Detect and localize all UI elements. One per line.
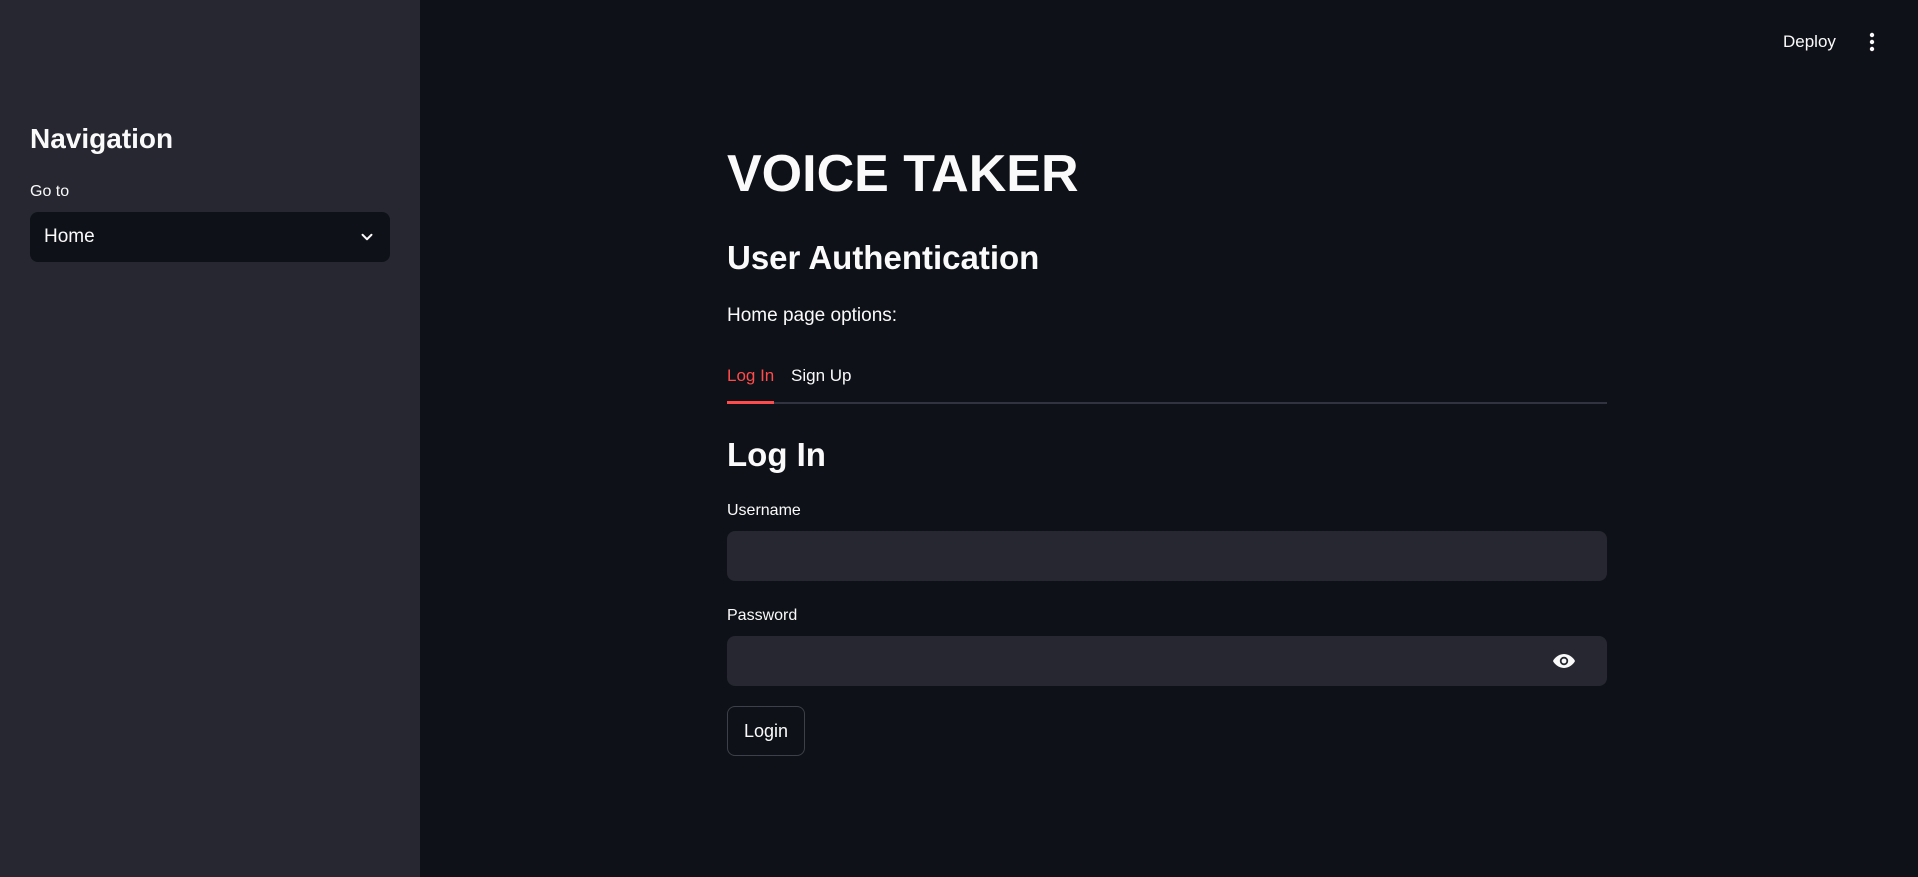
navigation-select[interactable]: Home [30, 212, 390, 262]
goto-label: Go to [30, 183, 70, 200]
deploy-button[interactable]: Deploy [1775, 28, 1844, 56]
password-label: Password [727, 607, 798, 624]
password-field-wrapper [727, 636, 1607, 686]
navigation-select-value: Home [44, 226, 95, 247]
page-title: VOICE TAKER [727, 145, 1079, 203]
app-root: Navigation Go to Home Deploy VOICE TAKER… [0, 0, 1918, 877]
section-title: User Authentication [727, 239, 1040, 276]
username-label: Username [727, 502, 801, 519]
more-vertical-icon[interactable] [1862, 28, 1882, 56]
login-button[interactable]: Login [727, 706, 805, 756]
username-input[interactable] [727, 531, 1607, 581]
tab-log-in[interactable]: Log In [727, 362, 775, 404]
tab-bar: Log In Sign Up [727, 362, 1607, 404]
password-input[interactable] [727, 636, 1607, 686]
options-label: Home page options: [727, 305, 898, 326]
login-heading: Log In [727, 436, 826, 473]
chevron-down-icon [358, 228, 376, 246]
tab-sign-up[interactable]: Sign Up [791, 362, 851, 404]
sidebar-title: Navigation [30, 123, 174, 154]
sidebar: Navigation Go to Home [0, 0, 420, 877]
eye-icon[interactable] [1551, 649, 1577, 673]
